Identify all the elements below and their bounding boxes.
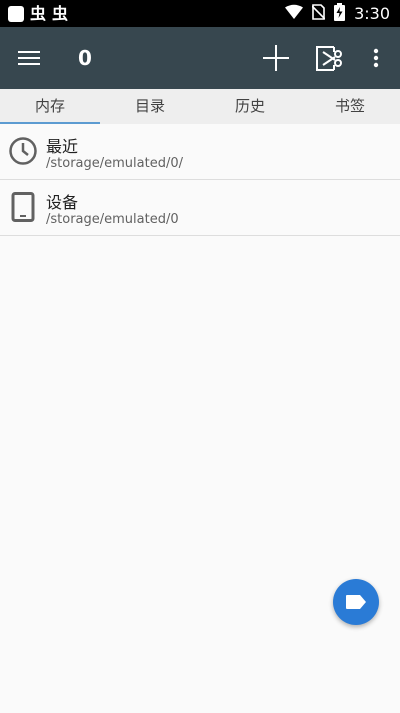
notification-glyph-2: 虫	[52, 4, 69, 23]
storage-list: 最近 /storage/emulated/0/ 设备 /storage/emul…	[0, 124, 400, 236]
toolbar-title: 0	[78, 46, 92, 70]
battery-charging-icon	[334, 2, 346, 25]
status-icons: 3:30	[285, 0, 390, 27]
tab-directory[interactable]: 目录	[100, 89, 200, 124]
no-sim-icon	[311, 3, 326, 24]
status-time: 3:30	[354, 4, 390, 23]
label-icon	[346, 595, 366, 609]
notification-square-icon	[8, 5, 24, 22]
menu-button[interactable]	[12, 42, 46, 74]
clock-icon	[8, 136, 38, 166]
cut-button[interactable]	[311, 40, 347, 76]
add-button[interactable]	[258, 40, 294, 76]
tab-memory[interactable]: 内存	[0, 89, 100, 124]
tab-bookmarks[interactable]: 书签	[300, 89, 400, 124]
list-item-title: 最近	[46, 137, 79, 156]
list-item-title: 设备	[46, 193, 79, 212]
tab-bar: 内存 目录 历史 书签	[0, 89, 400, 124]
list-item-recent[interactable]: 最近 /storage/emulated/0/	[0, 124, 400, 180]
cut-icon	[316, 46, 342, 71]
list-item-path: /storage/emulated/0	[46, 212, 179, 227]
list-item-path: /storage/emulated/0/	[46, 156, 184, 171]
status-bar: 虫 虫 3:30	[0, 0, 400, 27]
floating-action-button[interactable]	[333, 579, 379, 625]
list-item-device[interactable]: 设备 /storage/emulated/0	[0, 180, 400, 236]
add-icon	[263, 45, 289, 71]
more-vert-icon	[373, 48, 379, 68]
tab-history[interactable]: 历史	[200, 89, 300, 124]
app-toolbar: 0	[0, 27, 400, 89]
menu-icon	[18, 51, 40, 65]
notification-glyph-1: 虫	[30, 4, 47, 23]
more-options-button[interactable]	[364, 40, 388, 76]
device-icon	[8, 192, 38, 222]
notification-area: 虫 虫	[8, 0, 68, 27]
wifi-icon	[285, 4, 304, 24]
